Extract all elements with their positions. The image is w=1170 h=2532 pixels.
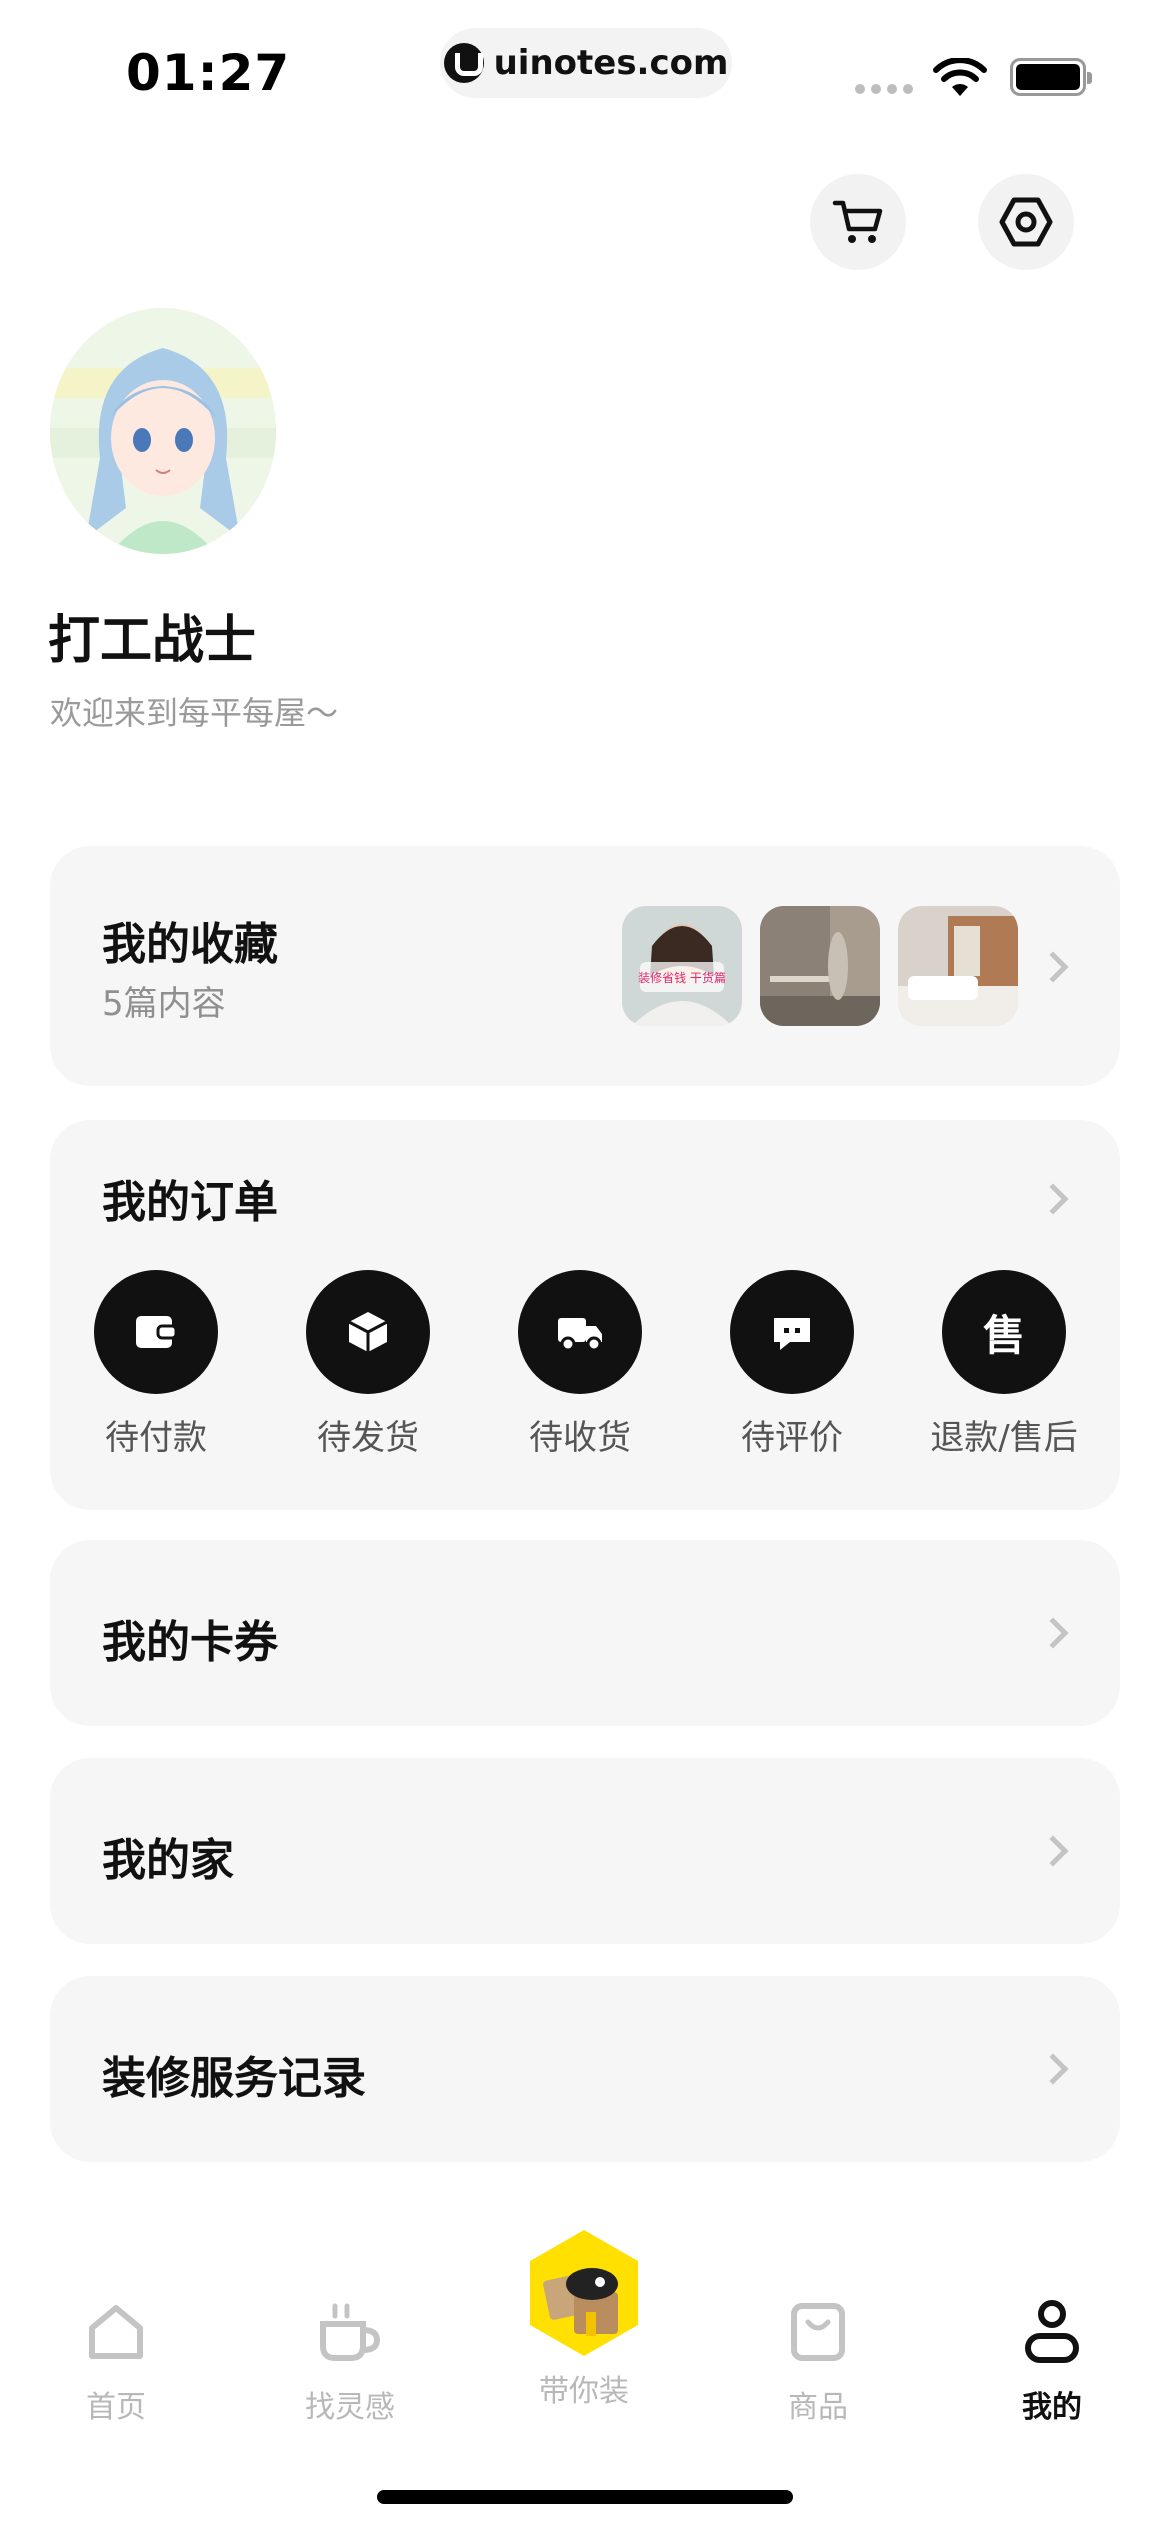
chevron-right-icon [1037, 1617, 1069, 1649]
tab-goods[interactable]: 商品 [728, 2220, 908, 2426]
home-indicator [377, 2490, 793, 2504]
avatar-illustration [50, 308, 276, 554]
person-icon [1025, 2300, 1079, 2363]
tab-label: 首页 [86, 2390, 146, 2425]
order-pending-review[interactable]: 待评价 [686, 1270, 898, 1459]
wallet-icon [136, 1316, 178, 1348]
chevron-right-icon [1037, 951, 1069, 983]
bag-icon [791, 2303, 845, 2361]
order-label: 待评价 [741, 1418, 843, 1458]
orders-card: 我的订单 待付款 待发货 待收货 待评价 售 退款/售后 [50, 1120, 1120, 1510]
chevron-right-icon[interactable] [1037, 1183, 1069, 1215]
tab-label: 商品 [788, 2390, 848, 2425]
order-after-sale[interactable]: 售 退款/售后 [898, 1270, 1110, 1459]
avatar[interactable] [50, 308, 276, 554]
comment-icon [774, 1318, 810, 1350]
after-sale-icon: 售 [982, 1310, 1025, 1360]
favorite-thumbnail[interactable] [760, 906, 880, 1026]
order-label: 待发货 [317, 1418, 419, 1458]
tab-guide-decorate[interactable]: 带你装 [494, 2220, 674, 2410]
battery-icon [1010, 58, 1092, 96]
favorites-card[interactable]: 我的收藏 5篇内容 装修省钱 干货篇 [50, 846, 1120, 1086]
tab-inspiration[interactable]: 找灵感 [260, 2220, 440, 2426]
thumbnail-caption: 装修省钱 干货篇 [638, 970, 726, 985]
box-icon [348, 1312, 388, 1352]
hexagon-settings-icon [999, 197, 1053, 247]
tab-label: 带你装 [539, 2374, 629, 2409]
tab-home[interactable]: 首页 [26, 2220, 206, 2426]
truck-icon [558, 1318, 602, 1352]
order-pending-payment[interactable]: 待付款 [50, 1270, 262, 1459]
favorite-thumbnail[interactable]: 装修省钱 干货篇 [622, 906, 742, 1026]
site-logo-icon [443, 43, 484, 83]
welcome-text: 欢迎来到每平每屋～ [50, 694, 339, 732]
order-label: 待收货 [529, 1418, 631, 1458]
service-records-title: 装修服务记录 [102, 2053, 366, 2104]
url-pill[interactable]: uinotes.com [440, 28, 732, 98]
orders-title[interactable]: 我的订单 [102, 1166, 278, 1230]
order-status-list: 待付款 待发货 待收货 待评价 售 退款/售后 [50, 1270, 1120, 1459]
status-bar: 01:27 uinotes.com [0, 0, 1170, 150]
coupons-title: 我的卡券 [102, 1617, 278, 1668]
order-label: 待付款 [105, 1418, 207, 1458]
my-home-card[interactable]: 我的家 [50, 1758, 1120, 1944]
home-icon [89, 2305, 143, 2359]
url-text: uinotes.com [493, 43, 729, 83]
order-label: 退款/售后 [930, 1418, 1078, 1458]
username[interactable]: 打工战士 [48, 598, 256, 673]
coupons-card[interactable]: 我的卡券 [50, 1540, 1120, 1726]
favorites-title: 我的收藏 [102, 919, 278, 970]
favorites-count: 5篇内容 [102, 984, 226, 1024]
mascot-icon [530, 2230, 638, 2356]
status-time: 01:27 [126, 44, 291, 102]
service-records-card[interactable]: 装修服务记录 [50, 1976, 1120, 2162]
cart-button[interactable] [810, 174, 906, 270]
cart-icon [832, 200, 883, 243]
wifi-icon [933, 58, 987, 96]
chevron-right-icon [1037, 2053, 1069, 2085]
bottom-tab-bar: 首页 找灵感 带你装 商品 我的 [0, 2220, 1170, 2425]
order-pending-receipt[interactable]: 待收货 [474, 1270, 686, 1459]
favorites-thumbnails: 装修省钱 干货篇 [622, 906, 1018, 1026]
cellular-signal-icon [855, 84, 913, 94]
tab-mine[interactable]: 我的 [962, 2220, 1142, 2426]
order-pending-shipment[interactable]: 待发货 [262, 1270, 474, 1459]
my-home-title: 我的家 [102, 1835, 234, 1886]
chevron-right-icon [1037, 1835, 1069, 1867]
tab-label: 找灵感 [305, 2390, 395, 2425]
settings-button[interactable] [978, 174, 1074, 270]
favorite-thumbnail[interactable] [898, 906, 1018, 1026]
cup-icon [320, 2303, 381, 2361]
tab-label: 我的 [1022, 2390, 1082, 2425]
